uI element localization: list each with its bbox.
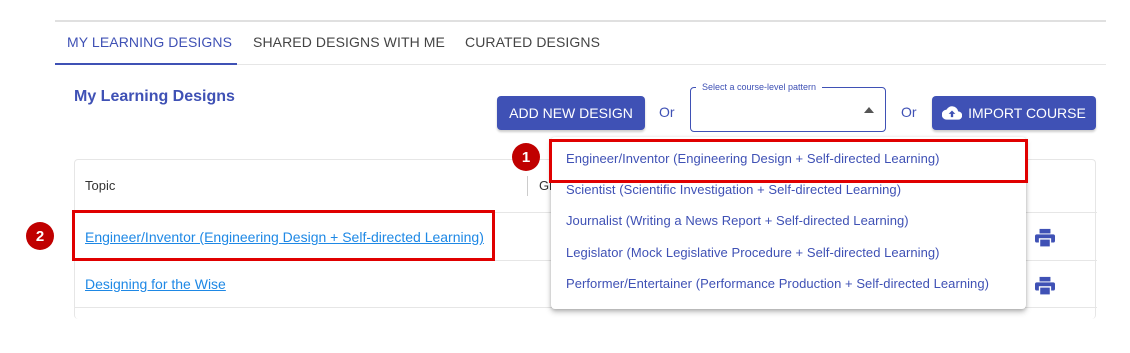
add-new-design-button[interactable]: ADD NEW DESIGN <box>497 96 645 130</box>
dropdown-option[interactable]: Legislator (Mock Legislative Procedure +… <box>566 241 940 265</box>
active-tab-indicator <box>55 63 237 65</box>
table-row-topic-link[interactable]: Designing for the Wise <box>85 276 226 292</box>
print-icon[interactable] <box>1034 228 1056 248</box>
tab-shared-designs[interactable]: SHARED DESIGNS WITH ME <box>253 24 445 65</box>
column-separator <box>527 176 528 196</box>
step-badge-2: 2 <box>26 222 54 250</box>
dropdown-option[interactable]: Performer/Entertainer (Performance Produ… <box>566 272 989 296</box>
page-title: My Learning Designs <box>74 88 235 105</box>
highlight-box-2 <box>72 210 495 261</box>
tab-bar: MY LEARNING DESIGNS SHARED DESIGNS WITH … <box>55 24 1106 65</box>
tab-my-learning-designs[interactable]: MY LEARNING DESIGNS <box>67 24 232 65</box>
highlight-box-1 <box>549 139 1028 183</box>
tab-curated-designs[interactable]: CURATED DESIGNS <box>465 24 600 65</box>
import-course-label: IMPORT COURSE <box>968 105 1086 121</box>
column-header-topic[interactable]: Topic <box>85 178 115 193</box>
import-course-button[interactable]: IMPORT COURSE <box>932 96 1096 130</box>
or-label: Or <box>659 104 675 120</box>
course-pattern-select-label: Select a course-level pattern <box>696 82 823 92</box>
or-label: Or <box>901 104 917 120</box>
step-badge-1: 1 <box>512 143 540 171</box>
top-divider <box>55 20 1106 22</box>
caret-up-icon <box>864 107 874 113</box>
dropdown-option[interactable]: Journalist (Writing a News Report + Self… <box>566 209 909 233</box>
cloud-upload-icon <box>942 106 963 120</box>
course-pattern-select[interactable] <box>690 87 886 132</box>
print-icon[interactable] <box>1034 276 1056 296</box>
